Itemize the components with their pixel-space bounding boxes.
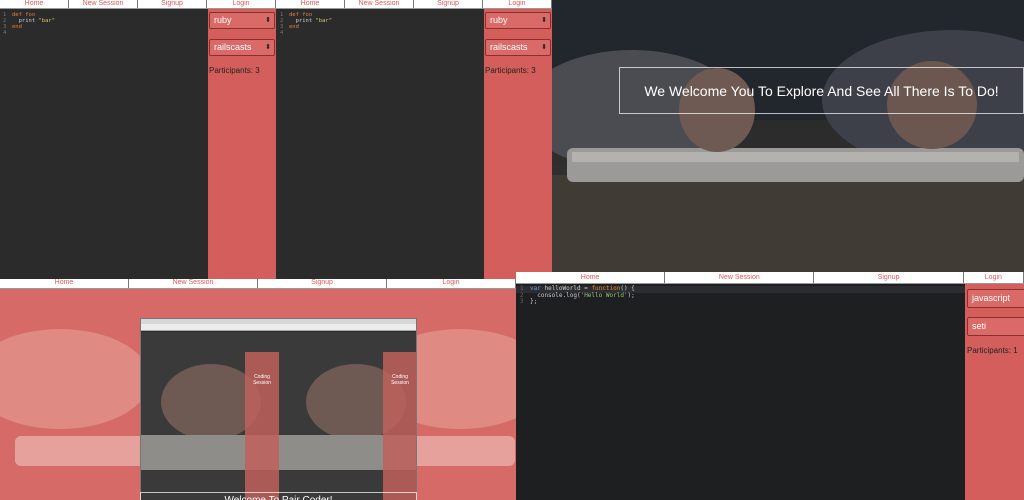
nav-login-link[interactable]: Login [207,0,276,8]
browser-toolbar [141,324,416,331]
language-select[interactable]: ruby ⬍ [209,12,275,29]
nav-new-session-link[interactable]: New Session [69,0,138,8]
nav-login-link[interactable]: Login [483,0,552,8]
language-select[interactable]: javascript [967,289,1024,308]
nav-home-link[interactable]: Home [516,272,666,283]
select-arrow-icon: ⬍ [541,17,547,24]
nav-signup-link[interactable]: Signup [414,0,483,8]
theme-select[interactable]: seti [967,317,1024,336]
theme-select[interactable]: railscasts ⬍ [485,39,551,56]
welcome-banner: We Welcome You To Explore And See All Th… [619,67,1024,114]
select-arrow-icon: ⬍ [541,44,547,51]
nav-new-session-link[interactable]: New Session [665,272,815,283]
welcome-hero: We Welcome You To Explore And See All Th… [552,0,1024,272]
embedded-browser-screenshot: Coding Session Coding Session [140,318,417,500]
code-editor[interactable]: 1 var helloWorld = function() { 2 console… [516,285,965,500]
keyboard-hands-photo [552,0,1024,272]
nav-home-link[interactable]: Home [276,0,345,8]
code-line: 4 [3,30,7,36]
nav-new-session-link[interactable]: New Session [129,279,258,288]
nav-signup-link[interactable]: Signup [258,279,387,288]
top-left-session-panel: Home New Session Signup Login Home New S… [0,0,552,279]
code-line: 3}; [520,298,538,305]
session-sidebar: ruby ⬍ railscasts ⬍ Participants: 3 [208,9,276,279]
mini-coding-label: Coding Session [253,374,271,386]
nav-home-link[interactable]: Home [0,279,129,288]
top-nav-bar: Home New Session Signup Login [0,279,516,289]
session-sidebar: javascript seti Participants: 1 [965,284,1024,500]
bottom-left-landing: Home New Session Signup Login Coding Ses… [0,279,516,500]
code-editor[interactable]: 1 def foo 2 print "bar" 3 end 4 [277,9,484,279]
participants-count: Participants: 1 [967,346,1018,355]
bottom-welcome-banner: Welcome To Pair Coder! [140,492,417,500]
session-sidebar: ruby ⬍ railscasts ⬍ Participants: 3 [484,9,552,279]
embedded-hands-photo [141,332,416,500]
select-arrow-icon: ⬍ [265,44,271,51]
theme-select[interactable]: railscasts ⬍ [209,39,275,56]
code-line: 4 [280,30,284,36]
code-editor[interactable]: 1 def foo 2 print "bar" 3 end 4 [0,9,208,279]
nav-new-session-link[interactable]: New Session [345,0,414,8]
nav-login-link[interactable]: Login [964,272,1024,283]
mini-coding-label: Coding Session [391,374,409,386]
bottom-right-js-session: Home New Session Signup Login 1 var hello… [516,272,1024,500]
nav-login-link[interactable]: Login [387,279,516,288]
nav-signup-link[interactable]: Signup [814,272,964,283]
select-arrow-icon: ⬍ [265,17,271,24]
participants-count: Participants: 3 [485,66,536,75]
top-nav-bar: Home New Session Signup Login [516,272,1024,284]
language-select[interactable]: ruby ⬍ [485,12,551,29]
top-nav-bar: Home New Session Signup Login Home New S… [0,0,552,9]
nav-home-link[interactable]: Home [0,0,69,8]
participants-count: Participants: 3 [209,66,260,75]
nav-signup-link[interactable]: Signup [138,0,207,8]
